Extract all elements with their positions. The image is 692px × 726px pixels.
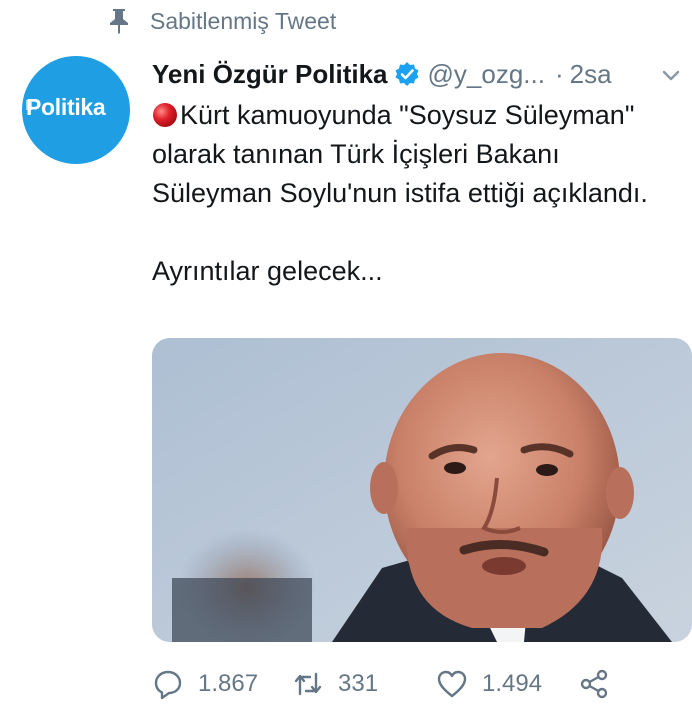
heart-icon	[437, 670, 467, 698]
avatar-logo-text: Politika	[26, 94, 106, 120]
tweet-timestamp[interactable]: 2sa	[570, 59, 612, 90]
share-icon	[580, 669, 608, 699]
pinned-tweet-indicator: Sabitlenmiş Tweet	[108, 6, 336, 36]
chevron-down-icon[interactable]	[660, 62, 682, 84]
display-name[interactable]: Yeni Özgür Politika	[152, 59, 388, 90]
separator-dot: ·	[554, 58, 564, 89]
retweet-button[interactable]: 331	[292, 664, 378, 704]
verified-badge-icon	[394, 61, 420, 87]
reply-button[interactable]: 1.867	[152, 664, 258, 704]
tweet-body: Kürt kamuoyunda "Soysuz Süleyman" olarak…	[152, 96, 684, 291]
photo-icon	[152, 338, 692, 642]
pin-icon	[108, 8, 130, 34]
like-count: 1.494	[482, 670, 543, 697]
share-button[interactable]	[578, 664, 624, 704]
tweet-header: Yeni Özgür Politika @y_ozg... · 2sa	[152, 54, 682, 94]
reply-count: 1.867	[198, 670, 259, 697]
pinned-label: Sabitlenmiş Tweet	[150, 7, 337, 34]
tweet-text: Kürt kamuoyunda "Soysuz Süleyman" olarak…	[152, 100, 648, 286]
user-handle[interactable]: @y_ozg...	[428, 59, 545, 90]
avatar[interactable]: Politika	[22, 56, 130, 164]
tweet-media-photo[interactable]	[152, 338, 692, 642]
reply-icon	[154, 670, 182, 700]
retweet-count: 331	[338, 670, 379, 697]
red-circle-icon	[152, 100, 178, 127]
tweet-actions: 1.867 331 1.494	[152, 664, 672, 704]
retweet-icon	[294, 672, 322, 696]
like-button[interactable]: 1.494	[436, 664, 542, 704]
